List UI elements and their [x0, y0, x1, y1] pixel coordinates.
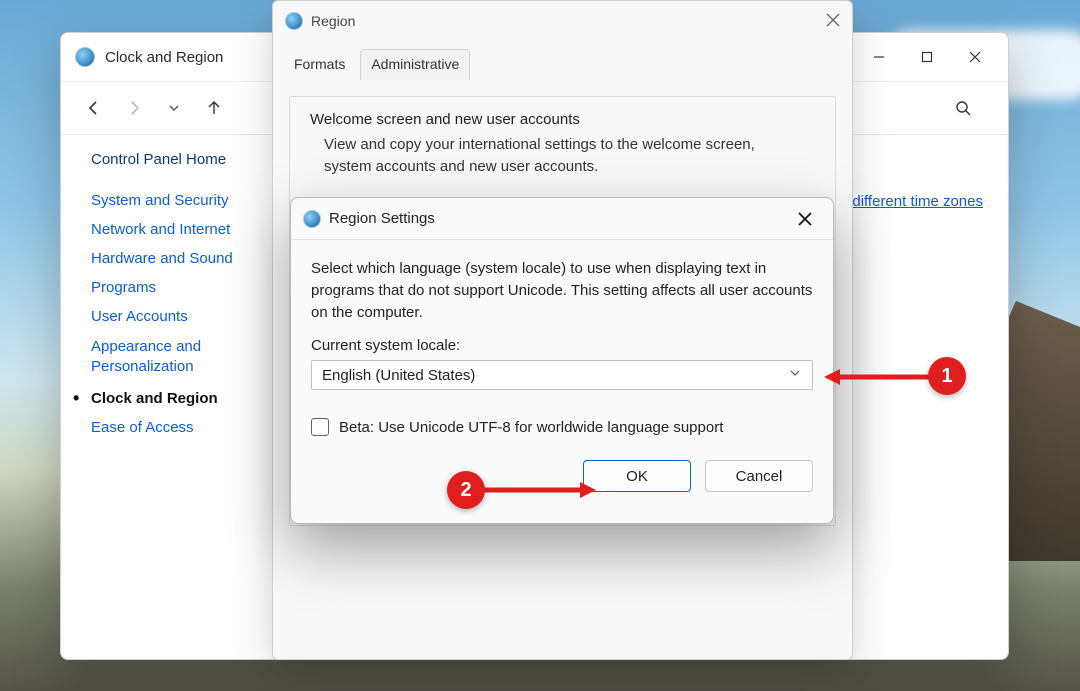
forward-button[interactable]	[121, 95, 147, 121]
close-button[interactable]	[952, 42, 998, 72]
tab-administrative[interactable]: Administrative	[360, 49, 470, 80]
annotation-arrow-1	[822, 365, 942, 389]
region-title: Region	[311, 13, 355, 29]
sidebar-item-network[interactable]: Network and Internet	[91, 215, 301, 244]
tab-formats[interactable]: Formats	[283, 49, 356, 80]
modal-title: Region Settings	[329, 210, 435, 227]
annotation-badge-1: 1	[928, 357, 966, 395]
search-box[interactable]	[928, 93, 988, 123]
modal-description: Select which language (system locale) to…	[311, 258, 813, 323]
back-button[interactable]	[81, 95, 107, 121]
locale-value: English (United States)	[322, 367, 475, 384]
region-titlebar[interactable]: Region	[273, 1, 852, 41]
annotation-arrow-2	[478, 478, 598, 502]
timezone-link[interactable]: different time zones	[852, 193, 983, 210]
region-close-button[interactable]	[826, 13, 840, 30]
cp-sidebar: Control Panel Home System and Security N…	[91, 145, 301, 442]
maximize-button[interactable]	[904, 42, 950, 72]
utf8-label: Beta: Use Unicode UTF-8 for worldwide la…	[339, 419, 723, 436]
globe-clock-icon	[75, 47, 95, 67]
sidebar-item-appearance[interactable]: Appearance and Personalization	[91, 331, 301, 384]
recent-dropdown[interactable]	[161, 95, 187, 121]
ok-button[interactable]: OK	[583, 460, 691, 492]
sidebar-item-users[interactable]: User Accounts	[91, 302, 301, 331]
cancel-button[interactable]: Cancel	[705, 460, 813, 492]
modal-titlebar[interactable]: Region Settings	[291, 198, 833, 240]
sidebar-item-clock-region[interactable]: Clock and Region	[91, 384, 301, 413]
minimize-button[interactable]	[856, 42, 902, 72]
region-settings-modal: Region Settings Select which language (s…	[290, 197, 834, 524]
sidebar-item-programs[interactable]: Programs	[91, 273, 301, 302]
locale-label: Current system locale:	[311, 337, 813, 354]
utf8-checkbox[interactable]	[311, 418, 329, 436]
sidebar-item-hardware[interactable]: Hardware and Sound	[91, 244, 301, 273]
region-tabs: Formats Administrative	[273, 41, 852, 80]
search-icon	[955, 100, 971, 116]
globe-icon	[303, 210, 321, 228]
group-title: Welcome screen and new user accounts	[290, 97, 835, 134]
close-icon	[797, 211, 813, 227]
globe-icon	[285, 12, 303, 30]
sidebar-home[interactable]: Control Panel Home	[91, 145, 301, 174]
annotation-badge-2: 2	[447, 471, 485, 509]
group-description: View and copy your international setting…	[290, 134, 835, 188]
sidebar-item-system[interactable]: System and Security	[91, 186, 301, 215]
modal-close-button[interactable]	[789, 205, 821, 233]
close-icon	[826, 13, 840, 27]
locale-select[interactable]: English (United States)	[311, 360, 813, 390]
sidebar-item-ease[interactable]: Ease of Access	[91, 413, 301, 442]
up-button[interactable]	[201, 95, 227, 121]
chevron-down-icon	[788, 366, 802, 384]
cp-title: Clock and Region	[105, 49, 223, 66]
